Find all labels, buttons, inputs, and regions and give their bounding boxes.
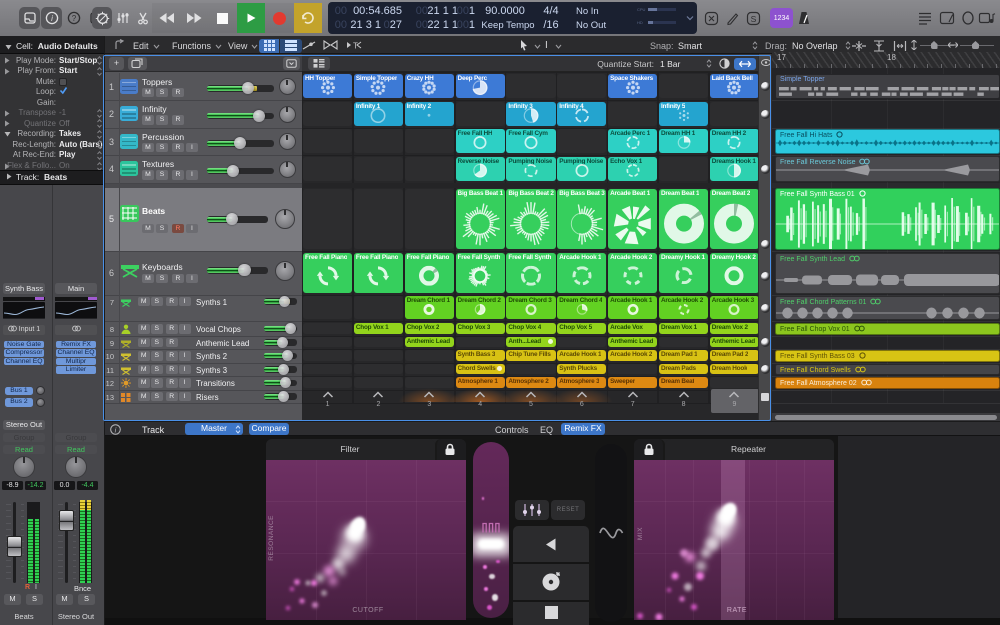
svg-text:i: i [51, 14, 53, 23]
svg-text:?: ? [71, 14, 76, 23]
svg-text:T: T [353, 42, 358, 51]
svg-text:S: S [750, 14, 756, 24]
svg-text:i: i [115, 425, 117, 434]
